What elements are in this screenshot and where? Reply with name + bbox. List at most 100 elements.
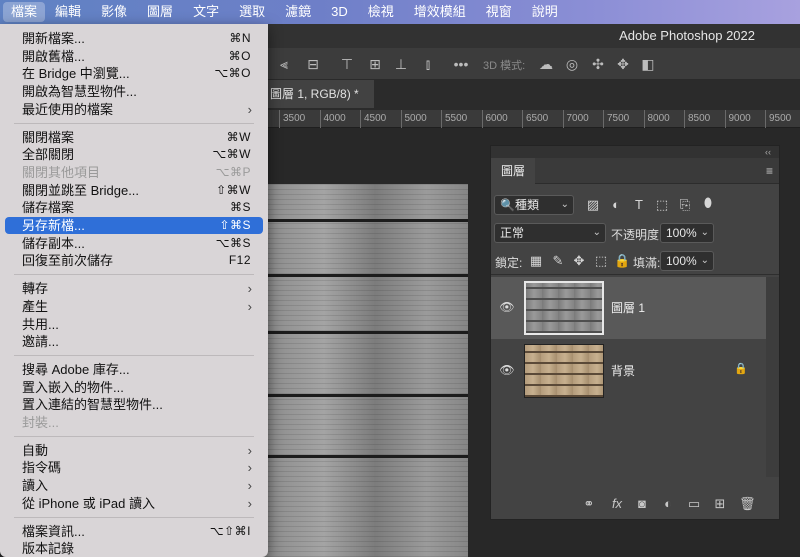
lock-position-icon[interactable]: ✥ [571, 253, 587, 269]
canvas-wood-image[interactable] [262, 184, 468, 557]
adjustment-layer-icon[interactable]: ◐ [660, 496, 676, 511]
link-layers-icon[interactable]: ⚭ [581, 496, 597, 512]
menu-item[interactable]: 全部關閉 ⌥⌘W [5, 146, 263, 163]
slide-3d-icon[interactable]: ✥ [615, 56, 631, 72]
menu-separator [14, 274, 254, 276]
menu-item[interactable]: 檔案資訊... ⌥⇧⌘I [5, 523, 263, 540]
align-top-icon[interactable]: ⊤ [339, 56, 355, 72]
trash-icon[interactable]: 🗑 [739, 496, 756, 512]
align-bottom-icon[interactable]: ⊥ [393, 56, 409, 72]
more-options-icon[interactable]: ••• [453, 56, 469, 72]
menu-item[interactable]: 開新檔案... ⌘N [5, 30, 263, 47]
fx-icon[interactable]: fx [609, 496, 625, 511]
menu-item[interactable]: 置入嵌入的物件... [5, 379, 263, 396]
lock-all-icon[interactable]: 🔒 [614, 253, 630, 269]
new-group-icon[interactable]: ▭ [686, 496, 702, 512]
layer-name[interactable]: 圖層 1 [611, 299, 645, 316]
menu-item[interactable]: 儲存副本... ⌥⌘S [5, 235, 263, 252]
filter-type-icon[interactable]: T [631, 197, 647, 212]
filter-kind-select[interactable]: 🔍種類 ⌄ [494, 195, 574, 215]
document-tab[interactable]: 圖層 1, RGB/8) * [262, 80, 374, 108]
menubar: 檔案 編輯 影像 圖層 文字 選取 濾鏡 3D 檢視 增效模組 視窗 說明 [0, 0, 800, 24]
distribute-icon[interactable]: ⫾ [420, 56, 436, 72]
menu-item[interactable]: 搜尋 Adobe 庫存... [5, 361, 263, 378]
menubar-3d[interactable]: 3D [321, 0, 358, 24]
menu-item[interactable]: 另存新檔... ⇧⌘S [5, 217, 263, 234]
add-mask-icon[interactable]: ◙ [634, 496, 650, 511]
fill-field[interactable]: 100% ⌄ [660, 251, 714, 271]
fill-value: 100% [666, 254, 697, 268]
menubar-filter[interactable]: 濾鏡 [275, 0, 321, 24]
layer-row-background[interactable]: 👁 背景 🔒 [491, 340, 766, 402]
menu-item[interactable]: 關閉並跳至 Bridge... ⇧⌘W [5, 182, 263, 199]
filter-toggle-icon[interactable]: ⬮ [700, 195, 716, 211]
menubar-layer[interactable]: 圖層 [137, 0, 183, 24]
fill-label: 填滿: [633, 256, 661, 270]
filter-smartobject-icon[interactable]: ⎘ [677, 197, 693, 213]
menubar-edit[interactable]: 編輯 [45, 0, 91, 24]
menu-item[interactable]: 從 iPhone 或 iPad 讀入 › [5, 495, 263, 512]
menu-item[interactable]: 在 Bridge 中瀏覽... ⌥⌘O [5, 65, 263, 82]
opacity-field[interactable]: 100% ⌄ [660, 223, 714, 243]
menubar-help[interactable]: 說明 [522, 0, 568, 24]
orbit-3d-icon[interactable]: ☁ [538, 56, 554, 72]
align-middle-icon[interactable]: ⊞ [367, 56, 383, 72]
menu-item[interactable]: 最近使用的檔案 › [5, 101, 263, 118]
eye-icon[interactable]: 👁 [499, 299, 515, 315]
menu-item[interactable]: 儲存檔案 ⌘S [5, 199, 263, 216]
menu-item-label: 儲存檔案 [22, 200, 75, 216]
chevron-right-icon: › [247, 101, 252, 117]
menu-item[interactable]: 自動 › [5, 442, 263, 459]
filter-shape-icon[interactable]: ⬚ [654, 197, 670, 213]
roll-3d-icon[interactable]: ◎ [564, 56, 580, 72]
menu-item-label: 共用... [22, 316, 59, 332]
menubar-image[interactable]: 影像 [91, 0, 137, 24]
menubar-window[interactable]: 視窗 [476, 0, 522, 24]
video-camera-icon[interactable]: ◧ [640, 56, 656, 72]
ruler-tick: 9000 [724, 110, 751, 128]
menu-item: 關閉其他項目 ⌥⌘P [5, 164, 263, 181]
menubar-file[interactable]: 檔案 [3, 2, 46, 22]
menu-item[interactable]: 共用... [5, 316, 263, 333]
align-center-icon[interactable]: ⊟ [305, 56, 321, 72]
align-left-icon[interactable]: ⫷ [276, 56, 292, 72]
ruler-tick: 8000 [643, 110, 670, 128]
menu-item[interactable]: 指令碼 › [5, 459, 263, 476]
opacity-label: 不透明度: [611, 228, 663, 242]
menu-item[interactable]: 讀入 › [5, 477, 263, 494]
menu-item[interactable]: 關閉檔案 ⌘W [5, 129, 263, 146]
ruler-tick: 7000 [562, 110, 589, 128]
panel-divider [491, 274, 779, 275]
menubar-plugins[interactable]: 增效模組 [404, 0, 476, 24]
filter-pixel-icon[interactable]: ▨ [585, 197, 601, 213]
panel-scrollbar[interactable] [766, 277, 779, 477]
menu-item[interactable]: 邀請... [5, 333, 263, 350]
menu-item[interactable]: 產生 › [5, 298, 263, 315]
menubar-type[interactable]: 文字 [183, 0, 229, 24]
menubar-select[interactable]: 選取 [229, 0, 275, 24]
menu-item[interactable]: 開啟舊檔... ⌘O [5, 48, 263, 65]
lock-paint-icon[interactable]: ✎ [550, 253, 566, 269]
menu-item[interactable]: 版本記錄 [5, 540, 263, 557]
filter-row: 🔍種類 ⌄ ▨ ◐ T ⬚ ⎘ ⬮ [491, 192, 779, 218]
layer-row-layer1[interactable]: 👁 圖層 1 [491, 277, 766, 339]
drag-3d-icon[interactable]: ✣ [590, 56, 606, 72]
menubar-view[interactable]: 檢視 [358, 0, 404, 24]
menu-item[interactable]: 置入連結的智慧型物件... [5, 396, 263, 413]
ruler-tick: 4500 [360, 110, 386, 128]
ruler-tick: 5000 [400, 110, 427, 128]
tab-layers[interactable]: 圖層 [491, 158, 536, 184]
panel-collapse-bar[interactable]: ‹‹ [491, 146, 779, 158]
lock-artboard-icon[interactable]: ⬚ [593, 253, 609, 269]
menu-item[interactable]: 開啟為智慧型物件... [5, 83, 263, 100]
blend-mode-select[interactable]: 正常 ⌄ [494, 223, 606, 243]
menu-item[interactable]: 轉存 › [5, 280, 263, 297]
menu-item-label: 開啟舊檔... [22, 48, 85, 64]
eye-icon[interactable]: 👁 [499, 362, 515, 378]
filter-adjustment-icon[interactable]: ◐ [608, 197, 624, 212]
menu-item[interactable]: 回復至前次儲存 F12 [5, 252, 263, 269]
layer-name[interactable]: 背景 [611, 362, 635, 379]
panel-menu-icon[interactable]: ≡ [766, 164, 773, 178]
lock-transparent-icon[interactable]: ▦ [528, 253, 544, 269]
new-layer-icon[interactable]: ⊞ [712, 496, 728, 512]
